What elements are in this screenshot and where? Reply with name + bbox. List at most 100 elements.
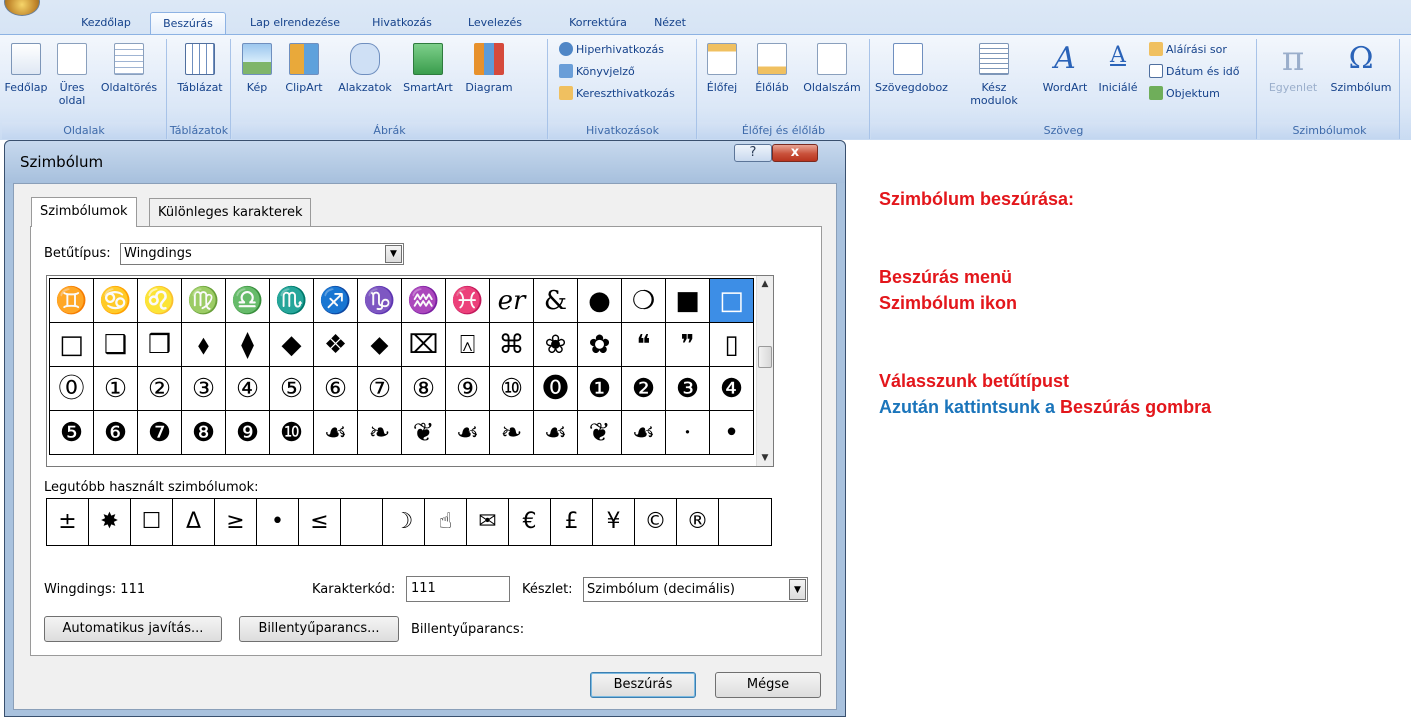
symbol-cell[interactable]: ♐ (313, 278, 358, 323)
symbol-cell[interactable]: ⑨ (445, 366, 490, 411)
symbol-cell[interactable]: ⍓ (445, 322, 490, 367)
alairasi-sor-button[interactable]: Aláírási sor (1149, 41, 1227, 59)
symbol-cell[interactable]: ❝ (621, 322, 666, 367)
recent-symbol[interactable]: © (635, 499, 677, 545)
recent-symbol[interactable]: ✉ (467, 499, 509, 545)
symbol-cell[interactable]: ❑ (93, 322, 138, 367)
tab-lap-elrendezese[interactable]: Lap elrendezése (240, 12, 350, 34)
datum-es-ido-button[interactable]: Dátum és idő (1149, 63, 1239, 81)
symbol-grid[interactable]: ♊ ♋ ♌ ♍ ♎ ♏ ♐ ♑ ♒ ♓ 𝑒𝑟 & ● ❍ ■ □ □ ❑ ❒ ⬧ ⧫ ◆ ❖ ⬥ ⌧ ⍓ ⌘ ❀ ✿ ❝ ❞ ▯ ⓪ ① ② ③ ④ ⑤ ⑥… (46, 275, 774, 467)
symbol-cell[interactable]: ❧ (357, 410, 402, 455)
wordart-button[interactable]: A WordArt (1039, 43, 1091, 95)
kereszthivatkozas-button[interactable]: Kereszthivatkozás (559, 85, 675, 103)
symbol-cell[interactable]: ❍ (621, 278, 666, 323)
tab-kulonleges-karakterek[interactable]: Különleges karakterek (149, 198, 312, 227)
recent-symbol[interactable]: ☽ (383, 499, 425, 545)
objektum-button[interactable]: Objektum (1149, 85, 1220, 103)
symbol-cell[interactable]: ♎ (225, 278, 270, 323)
symbol-cell[interactable]: ⑧ (401, 366, 446, 411)
recent-symbol[interactable]: • (257, 499, 299, 545)
symbol-cell[interactable]: ❾ (225, 410, 270, 455)
symbol-cell[interactable]: ② (137, 366, 182, 411)
symbol-cell-selected[interactable]: □ (709, 278, 754, 323)
clipart-button[interactable]: ClipArt (278, 43, 330, 94)
symbol-cell[interactable]: & (533, 278, 578, 323)
scroll-up-icon[interactable]: ▲ (757, 276, 773, 292)
symbol-cell[interactable]: ♋ (93, 278, 138, 323)
symbol-cell[interactable]: ① (93, 366, 138, 411)
recent-symbol[interactable]: £ (551, 499, 593, 545)
recent-symbol[interactable] (341, 499, 383, 545)
symbol-cell[interactable]: ❻ (93, 410, 138, 455)
smartart-button[interactable]: SmartArt (400, 43, 456, 94)
tab-hivatkozas[interactable]: Hivatkozás (362, 12, 442, 34)
symbol-cell[interactable]: ⑩ (489, 366, 534, 411)
symbol-cell[interactable]: ⑦ (357, 366, 402, 411)
symbol-cell[interactable]: ❹ (709, 366, 754, 411)
recent-symbol[interactable]: ☐ (131, 499, 173, 545)
ures-oldal-button[interactable]: Üres oldal (52, 43, 92, 107)
recent-symbol[interactable]: ✸ (89, 499, 131, 545)
recent-symbol[interactable]: ≥ (215, 499, 257, 545)
iniciale-button[interactable]: A Iniciálé (1093, 43, 1143, 94)
symbol-cell[interactable]: ♑ (357, 278, 402, 323)
symbol-cell[interactable]: ▯ (709, 322, 754, 367)
help-button[interactable]: ? (734, 144, 772, 162)
symbol-cell[interactable]: • (709, 410, 754, 455)
symbol-cell[interactable]: ❷ (621, 366, 666, 411)
symbol-cell[interactable]: ♓ (445, 278, 490, 323)
recent-symbol[interactable]: ® (677, 499, 719, 545)
symbol-cell[interactable]: ⌧ (401, 322, 446, 367)
fedolap-button[interactable]: Fedőlap (4, 43, 48, 94)
diagram-button[interactable]: Diagram (460, 43, 518, 94)
hiperhivatkozas-button[interactable]: Hiperhivatkozás (559, 41, 664, 59)
tab-szimbolumok[interactable]: Szimbólumok (31, 197, 137, 227)
symbol-cell[interactable]: ⬥ (357, 322, 402, 367)
tab-nezet[interactable]: Nézet (645, 12, 695, 34)
symbol-cell[interactable]: ⓪ (49, 366, 94, 411)
oldaltores-button[interactable]: Oldaltörés (94, 43, 164, 94)
grid-scrollbar[interactable]: ▲ ▼ (756, 276, 773, 466)
symbol-cell[interactable]: ❖ (313, 322, 358, 367)
close-button[interactable]: x (772, 144, 818, 162)
scroll-down-icon[interactable]: ▼ (757, 450, 773, 466)
symbol-cell[interactable]: ⑤ (269, 366, 314, 411)
egyenlet-button[interactable]: π Egyenlet (1262, 42, 1324, 94)
cancel-button[interactable]: Mégse (715, 672, 821, 698)
symbol-cell[interactable]: ⓿ (533, 366, 578, 411)
symbol-cell[interactable]: ☙ (445, 410, 490, 455)
symbol-cell[interactable]: ❺ (49, 410, 94, 455)
tab-kezdolap[interactable]: Kezdőlap (68, 12, 144, 34)
symbol-cell[interactable]: ❦ (577, 410, 622, 455)
autocorrect-button[interactable]: Automatikus javítás... (44, 616, 222, 642)
symbol-cell[interactable]: ♏ (269, 278, 314, 323)
alakzatok-button[interactable]: Alakzatok (334, 43, 396, 94)
tablazat-button[interactable]: Táblázat (174, 43, 226, 94)
symbol-cell[interactable]: ❀ (533, 322, 578, 367)
tab-korrektura[interactable]: Korrektúra (558, 12, 638, 34)
symbol-cell[interactable]: ❶ (577, 366, 622, 411)
symbol-cell[interactable]: ● (577, 278, 622, 323)
recent-symbol[interactable]: Δ (173, 499, 215, 545)
symbol-cell[interactable]: ❧ (489, 410, 534, 455)
recent-symbol[interactable]: ≤ (299, 499, 341, 545)
elolab-button[interactable]: Élőláb (750, 43, 794, 94)
symbol-cell[interactable]: ❦ (401, 410, 446, 455)
symbol-cell[interactable]: ♌ (137, 278, 182, 323)
symbol-cell[interactable]: ◆ (269, 322, 314, 367)
konyvjelzo-button[interactable]: Könyvjelző (559, 63, 635, 81)
symbol-cell[interactable]: ❼ (137, 410, 182, 455)
symbol-cell[interactable]: ♍ (181, 278, 226, 323)
symbol-cell[interactable]: ☙ (313, 410, 358, 455)
symbol-cell[interactable]: ❸ (665, 366, 710, 411)
symbol-cell[interactable]: 𝑒𝑟 (489, 278, 534, 323)
symbol-cell[interactable]: ♒ (401, 278, 446, 323)
symbol-cell[interactable]: ⧫ (225, 322, 270, 367)
elofej-button[interactable]: Élőfej (702, 43, 742, 94)
set-select[interactable]: Szimbólum (decimális) ▼ (583, 577, 808, 602)
recent-symbol[interactable]: ± (47, 499, 89, 545)
insert-button[interactable]: Beszúrás (590, 672, 696, 698)
recent-symbol[interactable]: ☝ (425, 499, 467, 545)
tab-beszuras[interactable]: Beszúrás (150, 12, 226, 34)
symbol-cell[interactable]: ❒ (137, 322, 182, 367)
